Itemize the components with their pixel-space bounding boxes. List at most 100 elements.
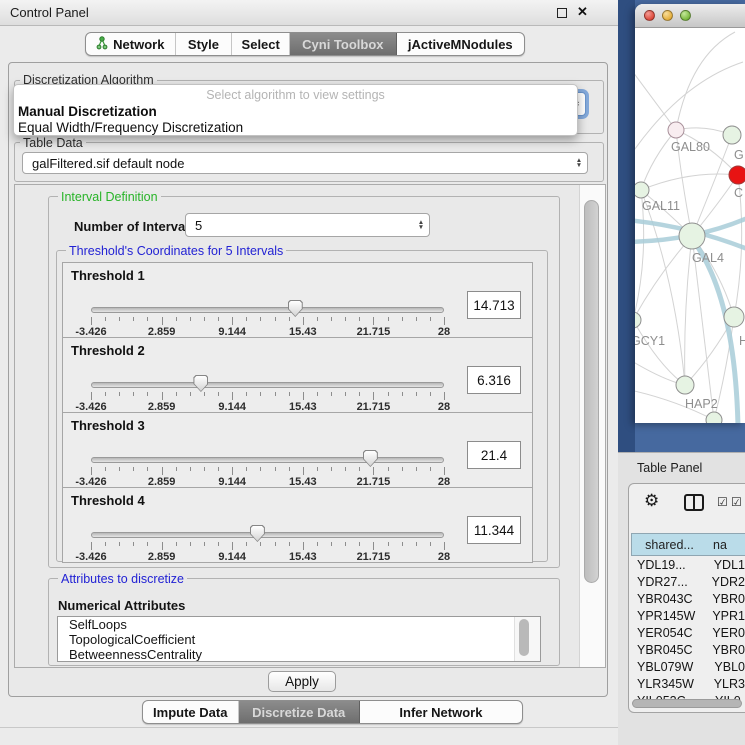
table-row[interactable]: YBR045CYBR0 — [631, 641, 745, 658]
number-of-intervals-select[interactable]: 5 ▲ ▼ — [185, 213, 430, 237]
tick-mark — [204, 542, 205, 546]
tab-style[interactable]: Style — [176, 33, 233, 55]
network-edge[interactable] — [641, 130, 676, 190]
tab-infer-network[interactable]: Infer Network — [360, 701, 522, 723]
threshold-slider[interactable]: -3.4262.8599.14415.4321.71528 — [91, 376, 444, 412]
tab-impute-data[interactable]: Impute Data — [143, 701, 239, 723]
network-graph: GAL80GCGAL11GAL4GCY1HHAP2 — [635, 28, 745, 423]
algorithm-option-equal-width[interactable]: Equal Width/Frequency Discretization — [18, 120, 243, 135]
minimize-window-button[interactable] — [662, 10, 673, 21]
slider-ticks — [91, 467, 444, 475]
tick-mark — [444, 467, 445, 475]
tick-mark — [105, 542, 106, 546]
numerical-attributes-items: SelfLoopsTopologicalCoefficientBetweenne… — [58, 617, 540, 662]
gear-icon[interactable]: ⚙ — [644, 492, 659, 509]
network-node-g[interactable] — [723, 126, 741, 144]
tab-jactivemnodules[interactable]: jActiveMNodules — [397, 33, 524, 55]
tick-mark — [105, 467, 106, 471]
bottom-tab-bar: Impute Data Discretize Data Infer Network — [142, 700, 523, 724]
tick-mark — [331, 542, 332, 546]
slider-track[interactable] — [91, 382, 444, 388]
table-row[interactable]: YPR145WYPR1 — [631, 607, 745, 624]
tab-label: Network — [113, 37, 164, 52]
threshold-value-field[interactable]: 6.316 — [467, 366, 521, 394]
slider-thumb-icon[interactable] — [193, 375, 208, 392]
tab-network[interactable]: Network — [86, 33, 176, 55]
table-hscrollbar-thumb[interactable] — [632, 699, 742, 708]
slider-track[interactable] — [91, 532, 444, 538]
checkbox-icon[interactable]: ☑ — [717, 496, 728, 508]
tick-mark — [430, 392, 431, 396]
network-node[interactable] — [706, 412, 722, 423]
network-node-gal11[interactable] — [635, 182, 649, 198]
zoom-window-button[interactable] — [680, 10, 691, 21]
threshold-slider[interactable]: -3.4262.8599.14415.4321.71528 — [91, 301, 444, 337]
tick-mark — [444, 317, 445, 325]
table-row[interactable]: YLR345WYLR3 — [631, 675, 745, 692]
threshold-value-field[interactable]: 21.4 — [467, 441, 521, 469]
table-column-header-name[interactable]: na — [707, 533, 745, 556]
checkbox-icon[interactable]: ☑ — [731, 496, 742, 508]
table-row[interactable]: YDL19...YDL1 — [631, 556, 745, 573]
tick-mark — [147, 317, 148, 321]
algorithm-dropdown-hint: Select algorithm to view settings — [14, 88, 577, 102]
tab-label: Discretize Data — [252, 705, 345, 720]
settings-scrollbar-thumb[interactable] — [584, 200, 599, 583]
threshold-slider[interactable]: -3.4262.8599.14415.4321.71528 — [91, 526, 444, 562]
network-edge-highlighted[interactable] — [695, 243, 738, 423]
network-canvas[interactable]: GAL80GCGAL11GAL4GCY1HHAP2 — [635, 28, 745, 423]
threshold-value-field[interactable]: 11.344 — [467, 516, 521, 544]
network-window-titlebar[interactable] — [635, 4, 745, 28]
list-item[interactable]: BetweennessCentrality — [58, 647, 540, 662]
threshold-value-field[interactable]: 14.713 — [467, 291, 521, 319]
slider-track[interactable] — [91, 307, 444, 313]
threshold-label: Threshold 3 — [71, 418, 145, 433]
float-panel-icon[interactable] — [557, 8, 567, 18]
tick-mark — [204, 467, 205, 471]
network-node-gal80[interactable] — [668, 122, 684, 138]
list-item[interactable]: SelfLoops — [58, 617, 540, 632]
tick-mark — [91, 467, 92, 475]
slider-track[interactable] — [91, 457, 444, 463]
split-columns-icon[interactable] — [684, 494, 704, 511]
tab-discretize-data[interactable]: Discretize Data — [239, 701, 360, 723]
network-node-gcy1[interactable] — [635, 312, 641, 328]
network-edge[interactable] — [641, 190, 685, 385]
algorithm-option-manual[interactable]: Manual Discretization — [18, 104, 157, 119]
table-row[interactable]: YBR043CYBR0 — [631, 590, 745, 607]
tick-mark — [91, 317, 92, 325]
table-cell-name: YLR3 — [707, 677, 745, 691]
network-edge[interactable] — [685, 236, 692, 385]
attributes-scrollbar-thumb[interactable] — [519, 619, 529, 656]
threshold-label: Threshold 1 — [71, 268, 145, 283]
table-cell-name: YBL0 — [707, 660, 745, 674]
network-node-c[interactable] — [729, 166, 745, 184]
tab-cyni-toolbox[interactable]: Cyni Toolbox — [290, 33, 397, 55]
slider-thumb-icon[interactable] — [363, 450, 378, 467]
network-edge[interactable] — [641, 174, 738, 190]
close-icon[interactable]: ✕ — [577, 4, 588, 20]
network-edge[interactable] — [635, 320, 685, 385]
apply-button[interactable]: Apply — [268, 671, 336, 692]
close-window-button[interactable] — [644, 10, 655, 21]
network-node-hap2[interactable] — [676, 376, 694, 394]
table-column-header-shared[interactable]: shared... — [631, 533, 708, 556]
network-node-h[interactable] — [724, 307, 744, 327]
slider-thumb-icon[interactable] — [250, 525, 265, 542]
network-node-gal4[interactable] — [679, 223, 705, 249]
table-row[interactable]: YBL079WYBL0 — [631, 658, 745, 675]
attributes-scrollbar-track[interactable] — [514, 617, 540, 661]
network-node-label: HAP2 — [685, 397, 718, 411]
network-node-label: GAL11 — [642, 199, 680, 213]
slider-thumb-icon[interactable] — [288, 300, 303, 317]
network-edge[interactable] — [676, 32, 735, 130]
tab-select[interactable]: Select — [232, 33, 290, 55]
table-row[interactable]: YDR27...YDR2 — [631, 573, 745, 590]
table-data-select[interactable]: galFiltered.sif default node ▲ ▼ — [22, 152, 588, 174]
network-edge[interactable] — [635, 68, 676, 130]
list-item[interactable]: TopologicalCoefficient — [58, 632, 540, 647]
tab-label: Cyni Toolbox — [302, 37, 383, 52]
tick-mark — [190, 467, 191, 471]
threshold-slider[interactable]: -3.4262.8599.14415.4321.71528 — [91, 451, 444, 487]
table-row[interactable]: YER054CYER0 — [631, 624, 745, 641]
